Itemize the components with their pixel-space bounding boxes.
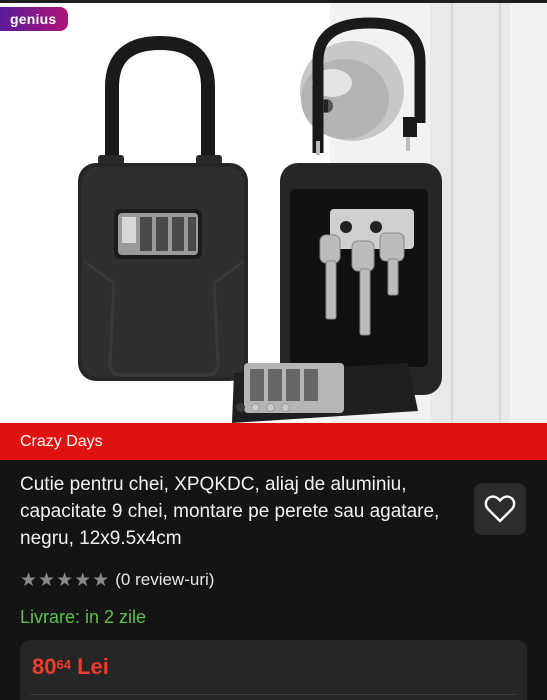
review-count-link[interactable]: (0 review-uri) xyxy=(115,570,214,590)
heart-outline-icon xyxy=(484,495,516,523)
gallery-dot[interactable] xyxy=(251,403,260,412)
star-icon: ★ xyxy=(74,569,92,591)
price-currency: Lei xyxy=(77,654,109,679)
star-icon: ★ xyxy=(20,569,38,591)
gallery-dot[interactable] xyxy=(281,403,290,412)
product-title: Cutie pentru chei, XPQKDC, aliaj de alum… xyxy=(20,474,440,549)
product-price: 8064 Lei xyxy=(32,654,109,680)
rating-stars: ★ ★ ★ ★ ★ xyxy=(20,570,109,590)
key-lockbox-photo xyxy=(0,3,547,423)
star-icon: ★ xyxy=(92,569,110,591)
gallery-dot[interactable] xyxy=(236,403,245,412)
price-integer: 80 xyxy=(32,654,57,679)
gallery-dot[interactable] xyxy=(266,403,275,412)
add-to-favorites-button[interactable] xyxy=(474,483,526,535)
gallery-pagination xyxy=(236,403,290,412)
divider xyxy=(30,694,517,695)
price-card: 8064 Lei xyxy=(20,640,527,700)
product-rating[interactable]: ★ ★ ★ ★ ★ (0 review-uri) xyxy=(20,570,214,590)
promo-banner[interactable]: Crazy Days xyxy=(0,423,547,460)
star-icon: ★ xyxy=(38,569,56,591)
delivery-info: Livrare: in 2 zile xyxy=(20,607,147,627)
product-image[interactable]: genius xyxy=(0,3,547,423)
star-icon: ★ xyxy=(56,569,74,591)
price-decimals: 64 xyxy=(56,657,71,672)
genius-badge: genius xyxy=(0,7,69,31)
